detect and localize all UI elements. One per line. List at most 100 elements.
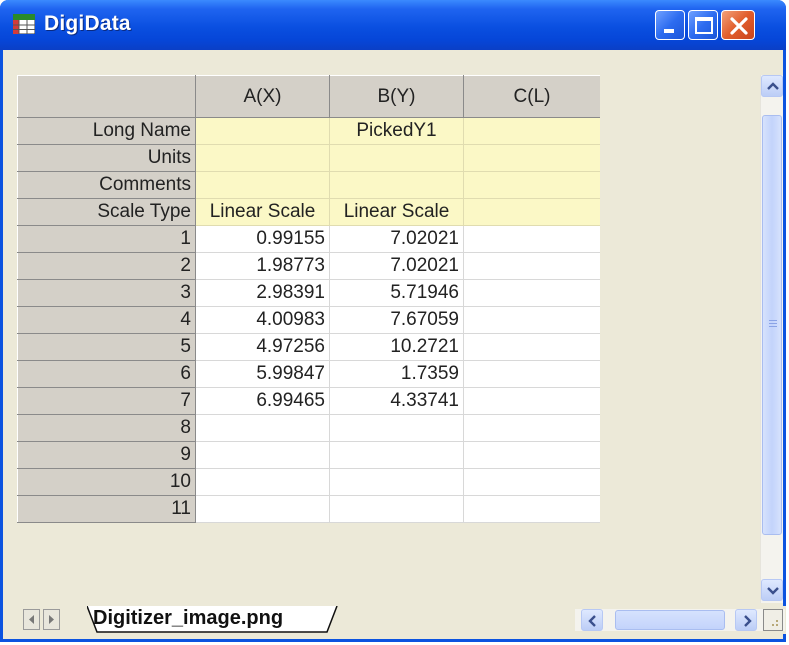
meta-cell[interactable]	[463, 117, 601, 145]
horizontal-scroll-thumb[interactable]	[615, 610, 725, 630]
data-cell[interactable]	[463, 468, 601, 496]
worksheet-window: DigiData A(X) B(Y) C(L) Long Name Picked…	[0, 0, 786, 642]
data-cell[interactable]: 7.67059	[329, 306, 464, 334]
data-cell[interactable]: 2.98391	[195, 279, 330, 307]
sheet-tab-label[interactable]: Digitizer_image.png	[93, 607, 283, 630]
row-number[interactable]: 6	[17, 360, 196, 388]
chevron-left-icon	[588, 615, 596, 627]
title-bar[interactable]: DigiData	[0, 0, 786, 50]
row-number[interactable]: 5	[17, 333, 196, 361]
maximize-button[interactable]	[688, 10, 718, 40]
row-label-scale-type[interactable]: Scale Type	[17, 198, 196, 226]
data-cell[interactable]	[463, 441, 601, 469]
vertical-scrollbar[interactable]	[760, 75, 783, 603]
row-label-units[interactable]: Units	[17, 144, 196, 172]
scroll-right-button[interactable]	[735, 609, 757, 631]
row-number[interactable]: 8	[17, 414, 196, 442]
data-cell[interactable]	[329, 468, 464, 496]
data-cell[interactable]: 1.98773	[195, 252, 330, 280]
prev-sheet-button[interactable]	[23, 609, 40, 630]
data-cell[interactable]	[195, 414, 330, 442]
table-row: 6 5.99847 1.7359	[17, 360, 601, 388]
minimize-icon	[664, 29, 674, 33]
column-header-b[interactable]: B(Y)	[329, 75, 464, 118]
data-cell[interactable]: 7.02021	[329, 225, 464, 253]
data-cell[interactable]: 5.99847	[195, 360, 330, 388]
data-cell[interactable]: 5.71946	[329, 279, 464, 307]
row-number[interactable]: 4	[17, 306, 196, 334]
close-button[interactable]	[721, 10, 755, 40]
column-header-c[interactable]: C(L)	[463, 75, 601, 118]
data-cell[interactable]	[463, 306, 601, 334]
next-sheet-button[interactable]	[43, 609, 60, 630]
row-number[interactable]: 11	[17, 495, 196, 523]
row-label-comments[interactable]: Comments	[17, 171, 196, 199]
meta-cell[interactable]	[195, 144, 330, 172]
column-header-a[interactable]: A(X)	[195, 75, 330, 118]
row-number[interactable]: 10	[17, 468, 196, 496]
row-number[interactable]: 1	[17, 225, 196, 253]
data-cell[interactable]	[195, 441, 330, 469]
data-cell[interactable]: 0.99155	[195, 225, 330, 253]
data-cell[interactable]	[329, 441, 464, 469]
scroll-up-button[interactable]	[761, 75, 783, 97]
data-cell[interactable]	[463, 387, 601, 415]
meta-cell[interactable]	[329, 144, 464, 172]
chevron-up-icon	[767, 82, 779, 90]
data-cell[interactable]	[195, 468, 330, 496]
data-cell[interactable]	[463, 414, 601, 442]
horizontal-scrollbar[interactable]	[575, 609, 785, 631]
data-cell[interactable]: 10.2721	[329, 333, 464, 361]
table-row: 9	[17, 441, 601, 469]
data-cell[interactable]	[463, 333, 601, 361]
meta-cell[interactable]: PickedY1	[329, 117, 464, 145]
data-cell[interactable]	[463, 252, 601, 280]
row-number[interactable]: 9	[17, 441, 196, 469]
row-number[interactable]: 3	[17, 279, 196, 307]
data-cell[interactable]: 6.99465	[195, 387, 330, 415]
grid-corner[interactable]	[17, 75, 196, 118]
data-cell[interactable]	[329, 495, 464, 523]
meta-cell[interactable]	[463, 144, 601, 172]
meta-row-comments: Comments	[17, 171, 601, 199]
empty-sheet-area	[600, 75, 758, 603]
data-cell[interactable]: 4.97256	[195, 333, 330, 361]
worksheet-icon	[13, 14, 35, 34]
resize-grip-icon	[763, 609, 783, 631]
data-cell[interactable]	[463, 279, 601, 307]
data-cell[interactable]	[463, 360, 601, 388]
data-cell[interactable]: 7.02021	[329, 252, 464, 280]
scroll-down-button[interactable]	[761, 579, 783, 601]
meta-cell[interactable]	[195, 117, 330, 145]
meta-row-long-name: Long Name PickedY1	[17, 117, 601, 145]
row-number[interactable]: 7	[17, 387, 196, 415]
meta-cell[interactable]	[463, 171, 601, 199]
data-cell[interactable]	[463, 225, 601, 253]
data-cell[interactable]	[463, 495, 601, 523]
meta-cell[interactable]: Linear Scale	[329, 198, 464, 226]
grip-line	[769, 326, 777, 327]
data-cell[interactable]	[329, 414, 464, 442]
chevron-down-icon	[767, 587, 779, 595]
row-label-long-name[interactable]: Long Name	[17, 117, 196, 145]
data-cell[interactable]: 4.00983	[195, 306, 330, 334]
meta-cell[interactable]	[463, 198, 601, 226]
data-cell[interactable]: 4.33741	[329, 387, 464, 415]
vertical-scroll-thumb[interactable]	[762, 115, 782, 535]
triangle-right-icon	[49, 615, 54, 624]
chevron-right-icon	[744, 615, 752, 627]
meta-cell[interactable]	[195, 171, 330, 199]
minimize-button[interactable]	[655, 10, 685, 40]
data-cell[interactable]	[195, 495, 330, 523]
table-row: 8	[17, 414, 601, 442]
meta-row-units: Units	[17, 144, 601, 172]
row-number[interactable]: 2	[17, 252, 196, 280]
table-row: 3 2.98391 5.71946	[17, 279, 601, 307]
scroll-left-button[interactable]	[581, 609, 603, 631]
window-title: DigiData	[44, 12, 131, 35]
meta-cell[interactable]	[329, 171, 464, 199]
data-cell[interactable]: 1.7359	[329, 360, 464, 388]
meta-cell[interactable]: Linear Scale	[195, 198, 330, 226]
table-row: 7 6.99465 4.33741	[17, 387, 601, 415]
resize-grip[interactable]	[763, 609, 783, 631]
